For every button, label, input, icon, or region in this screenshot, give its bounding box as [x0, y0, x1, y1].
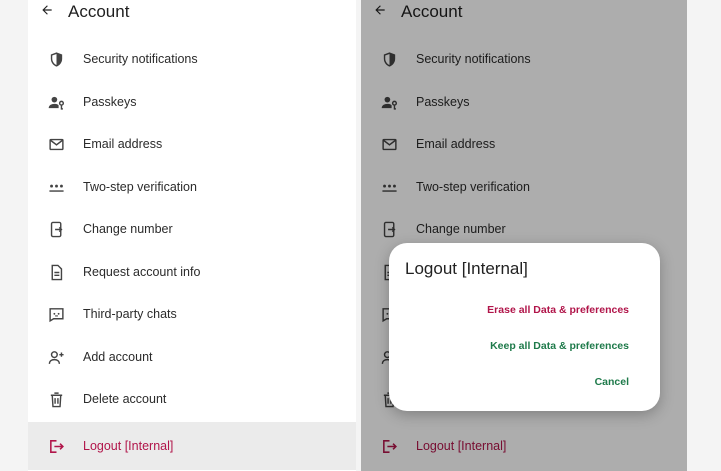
envelope-icon — [48, 136, 65, 153]
phone-change-icon — [48, 221, 65, 238]
page-title: Account — [68, 2, 130, 21]
app-bar: Account — [28, 0, 356, 26]
document-icon — [48, 264, 65, 281]
menu-item-delete-account[interactable]: Delete account — [28, 379, 356, 422]
menu-item-third-party-chats[interactable]: Third-party chats — [28, 294, 356, 337]
back-arrow-icon[interactable] — [40, 3, 54, 17]
logout-dialog: Logout [Internal] Erase all Data & prefe… — [389, 243, 660, 411]
logout-icon — [48, 438, 65, 455]
dots-icon — [48, 179, 65, 196]
menu-item-label: Third-party chats — [83, 307, 177, 321]
menu-item-request-account-info[interactable]: Request account info — [28, 252, 356, 295]
account-menu: Security notifications Passkeys Email ad… — [28, 39, 356, 470]
menu-item-passkeys[interactable]: Passkeys — [28, 82, 356, 125]
person-key-icon — [48, 94, 65, 111]
account-screen-right: Account Security notifications Passkeys … — [361, 0, 687, 471]
menu-item-security-notifications[interactable]: Security notifications — [28, 39, 356, 82]
menu-item-email-address[interactable]: Email address — [28, 124, 356, 167]
menu-item-change-number[interactable]: Change number — [28, 209, 356, 252]
dialog-title: Logout [Internal] — [405, 259, 528, 278]
add-person-icon — [48, 349, 65, 366]
chat-icon — [48, 306, 65, 323]
trash-icon — [48, 391, 65, 408]
menu-item-label: Security notifications — [83, 52, 198, 66]
keep-data-button[interactable]: Keep all Data & preferences — [490, 340, 629, 353]
shield-icon — [48, 51, 65, 68]
menu-item-label: Add account — [83, 349, 153, 364]
menu-item-label: Email address — [83, 137, 163, 151]
account-screen-left: Account Security notifications Passkeys … — [28, 0, 356, 471]
menu-item-logout[interactable]: Logout [Internal] — [28, 421, 356, 470]
menu-item-label: Two-step verification — [83, 179, 197, 194]
menu-item-label: Logout [Internal] — [83, 438, 174, 453]
menu-item-label: Delete account — [83, 392, 167, 406]
erase-data-button[interactable]: Erase all Data & preferences — [487, 304, 629, 317]
menu-item-label: Change number — [83, 222, 173, 236]
menu-item-add-account[interactable]: Add account — [28, 337, 356, 380]
gutter-left — [0, 0, 28, 471]
menu-item-two-step-verification[interactable]: Two-step verification — [28, 167, 356, 210]
menu-item-label: Passkeys — [83, 94, 137, 109]
gutter-right — [687, 0, 721, 471]
cancel-button[interactable]: Cancel — [595, 376, 629, 389]
menu-item-label: Request account info — [83, 264, 201, 279]
